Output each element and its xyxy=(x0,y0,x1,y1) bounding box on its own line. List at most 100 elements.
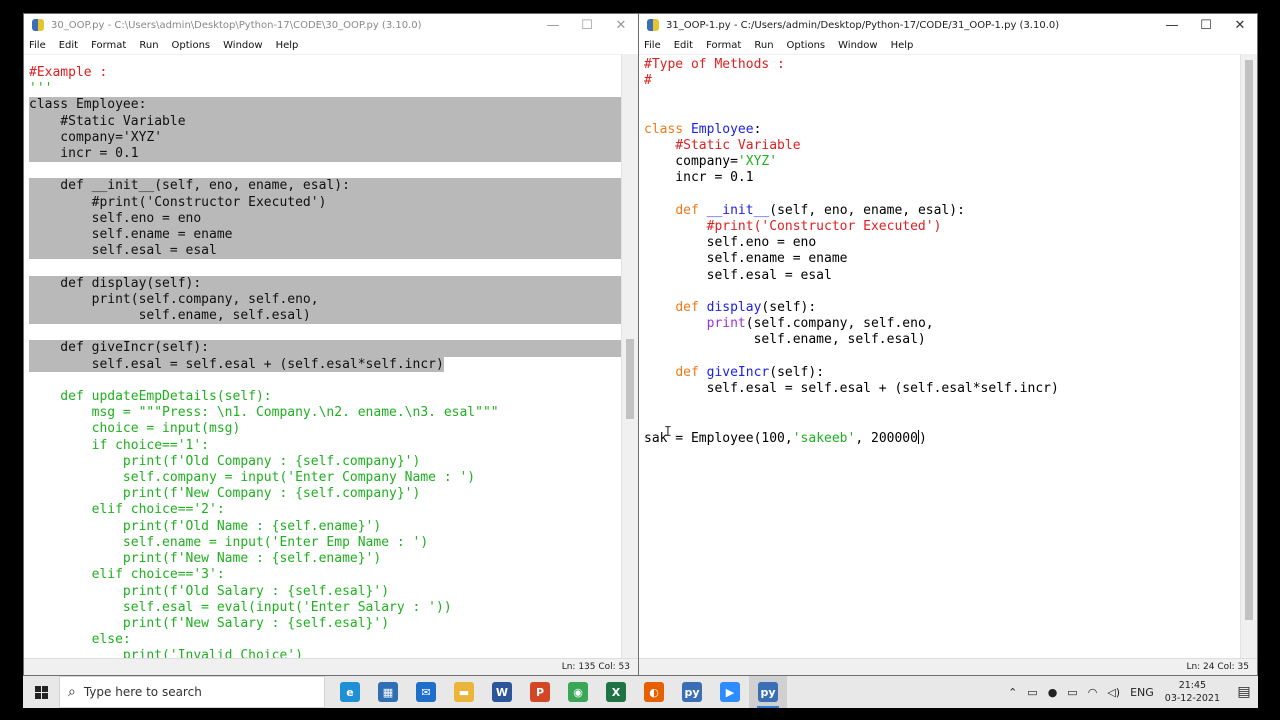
code-line: def giveIncr(self): xyxy=(675,364,825,380)
excel-icon: X xyxy=(606,682,626,702)
clock[interactable]: 21:45 03-12-2021 xyxy=(1165,679,1220,705)
windows-logo-icon xyxy=(34,685,48,699)
code-line: self.ename = ename xyxy=(644,251,848,267)
status-bar: Ln: 135 Col: 53 xyxy=(24,658,638,675)
taskbar-powerpoint-button[interactable]: P xyxy=(521,676,559,708)
close-icon[interactable]: ✕ xyxy=(1223,18,1257,33)
selected-code-line: #print('Constructor Executed') xyxy=(29,194,621,211)
code-line: else: xyxy=(29,632,131,648)
firefox-icon: ◐ xyxy=(644,682,664,702)
taskbar-file-explorer-button[interactable]: ▬ xyxy=(445,676,483,708)
scrollbar-thumb[interactable] xyxy=(626,339,634,419)
menu-format[interactable]: Format xyxy=(706,40,741,51)
text-cursor-ibeam-icon: I xyxy=(664,425,672,440)
selected-code-line: self.esal = self.esal + (self.esal*self.… xyxy=(29,356,444,372)
menu-edit[interactable]: Edit xyxy=(674,40,693,51)
maximize-icon[interactable]: ☐ xyxy=(570,18,604,33)
notification-icon[interactable]: ▤ xyxy=(1230,676,1258,708)
selected-code-line: self.ename = ename xyxy=(29,227,621,244)
code-editor[interactable]: #Example : ''' class Employee: #Static V… xyxy=(24,54,638,658)
code-text[interactable]: #Example : ''' class Employee: #Static V… xyxy=(29,65,621,658)
taskbar-python-launcher-button[interactable]: py xyxy=(673,676,711,708)
text-cursor xyxy=(917,429,919,444)
powerpoint-icon: P xyxy=(530,682,550,702)
menu-options[interactable]: Options xyxy=(787,40,826,51)
code-line: self.ename = input('Enter Emp Name : ') xyxy=(29,534,429,550)
menu-window[interactable]: Window xyxy=(223,40,262,51)
code-line: print(f'Old Salary : {self.esal}') xyxy=(29,583,390,599)
taskbar-python-idle-button[interactable]: py xyxy=(749,676,787,708)
menu-help[interactable]: Help xyxy=(276,40,299,51)
taskbar-firefox-button[interactable]: ◐ xyxy=(635,676,673,708)
volume-icon[interactable]: ◁) xyxy=(1107,686,1120,699)
python-launcher-icon: py xyxy=(682,682,702,702)
maximize-icon[interactable]: ☐ xyxy=(1189,18,1223,33)
taskbar-zoom-button[interactable]: ▶ xyxy=(711,676,749,708)
store-icon: ▦ xyxy=(378,682,398,702)
menu-file[interactable]: File xyxy=(29,40,46,51)
code-line: print('Invalid Choice') xyxy=(29,648,303,658)
code-line: print(f'Old Name : {self.ename}') xyxy=(29,518,382,534)
code-line: print(self.company, self.eno, xyxy=(706,316,934,332)
code-line: #print('Constructor Executed') xyxy=(644,219,942,235)
code-line: incr = 0.1 xyxy=(644,170,754,186)
menu-edit[interactable]: Edit xyxy=(59,40,78,51)
code-line: self.esal = eval(input('Enter Salary : '… xyxy=(29,599,452,615)
wifi-icon[interactable]: ◠ xyxy=(1088,686,1098,699)
network-icon[interactable]: ▭ xyxy=(1027,686,1037,699)
code-editor[interactable]: #Type of Methods : # class Employee: #St… xyxy=(639,54,1257,658)
selected-code-line: def giveIncr(self): xyxy=(29,340,621,357)
code-line: print(f'New Salary : {self.esal}') xyxy=(29,615,390,631)
menu-format[interactable]: Format xyxy=(91,40,126,51)
idle-window-30-oop[interactable]: 30_OOP.py - C:\Users\admin\Desktop\Pytho… xyxy=(23,13,639,676)
menu-window[interactable]: Window xyxy=(838,40,877,51)
taskbar-mail-button[interactable]: ✉ xyxy=(407,676,445,708)
word-icon: W xyxy=(492,682,512,702)
taskbar-search-box[interactable]: ⌕ Type here to search xyxy=(59,676,325,708)
selected-code-line: #Static Variable xyxy=(29,113,621,130)
code-line: choice = input(msg) xyxy=(29,421,241,437)
code-line: print(f'Old Company : {self.company}') xyxy=(29,453,421,469)
file-explorer-icon: ▬ xyxy=(454,682,474,702)
code-line: msg = """Press: \n1. Company.\n2. ename.… xyxy=(29,405,499,421)
window-title: 31_OOP-1.py - C:/Users/admin/Desktop/Pyt… xyxy=(666,19,1060,31)
taskbar-word-button[interactable]: W xyxy=(483,676,521,708)
minimize-icon[interactable]: — xyxy=(536,18,570,33)
system-tray: ⌃ ▭ ● ▭ ◠ ◁) ENG 21:45 03-12-2021 ▤ xyxy=(1003,676,1258,708)
minimize-icon[interactable]: — xyxy=(1155,18,1189,33)
menu-run[interactable]: Run xyxy=(139,40,158,51)
menu-help[interactable]: Help xyxy=(891,40,914,51)
menu-options[interactable]: Options xyxy=(172,40,211,51)
menu-run[interactable]: Run xyxy=(754,40,773,51)
taskbar-store-button[interactable]: ▦ xyxy=(369,676,407,708)
title-bar[interactable]: 30_OOP.py - C:\Users\admin\Desktop\Pytho… xyxy=(24,14,638,36)
mail-icon: ✉ xyxy=(416,682,436,702)
selected-code-line: print(self.company, self.eno, xyxy=(29,291,621,309)
selected-code-line: self.ename, self.esal) xyxy=(29,308,621,325)
code-line: company='XYZ' xyxy=(644,154,778,170)
vertical-scrollbar[interactable] xyxy=(1240,54,1257,658)
start-button[interactable] xyxy=(23,676,59,708)
close-icon[interactable]: ✕ xyxy=(604,18,638,33)
chevron-up-icon[interactable]: ⌃ xyxy=(1008,686,1017,699)
taskbar-chrome-button[interactable]: ◉ xyxy=(559,676,597,708)
language-indicator[interactable]: ENG xyxy=(1130,686,1154,699)
code-line: ''' xyxy=(29,81,53,97)
idle-window-31-oop-1[interactable]: 31_OOP-1.py - C:/Users/admin/Desktop/Pyt… xyxy=(638,13,1258,676)
microphone-icon[interactable]: ● xyxy=(1048,686,1058,699)
code-line: def __init__(self, eno, ename, esal): xyxy=(675,202,965,218)
vertical-scrollbar[interactable] xyxy=(621,54,638,658)
python-idle-icon: py xyxy=(758,682,778,702)
code-line: self.esal = esal xyxy=(644,267,832,283)
scrollbar-thumb[interactable] xyxy=(1245,60,1253,620)
selected-code-line: company='XYZ' xyxy=(29,129,621,147)
taskbar-edge-button[interactable]: e xyxy=(331,676,369,708)
battery-icon[interactable]: ▭ xyxy=(1067,686,1077,699)
selected-code-line: class Employee: xyxy=(29,97,621,114)
taskbar: ⌕ Type here to search e ▦ ✉ ▬ W P ◉ X ◐ py ▶ py ⌃ ▭… xyxy=(23,676,1258,708)
menu-file[interactable]: File xyxy=(644,40,661,51)
code-text[interactable]: #Type of Methods : # class Employee: #St… xyxy=(644,57,1059,447)
taskbar-excel-button[interactable]: X xyxy=(597,676,635,708)
title-bar[interactable]: 31_OOP-1.py - C:/Users/admin/Desktop/Pyt… xyxy=(639,14,1257,36)
selected-code-line: def __init__(self, eno, ename, esal): xyxy=(29,178,621,195)
